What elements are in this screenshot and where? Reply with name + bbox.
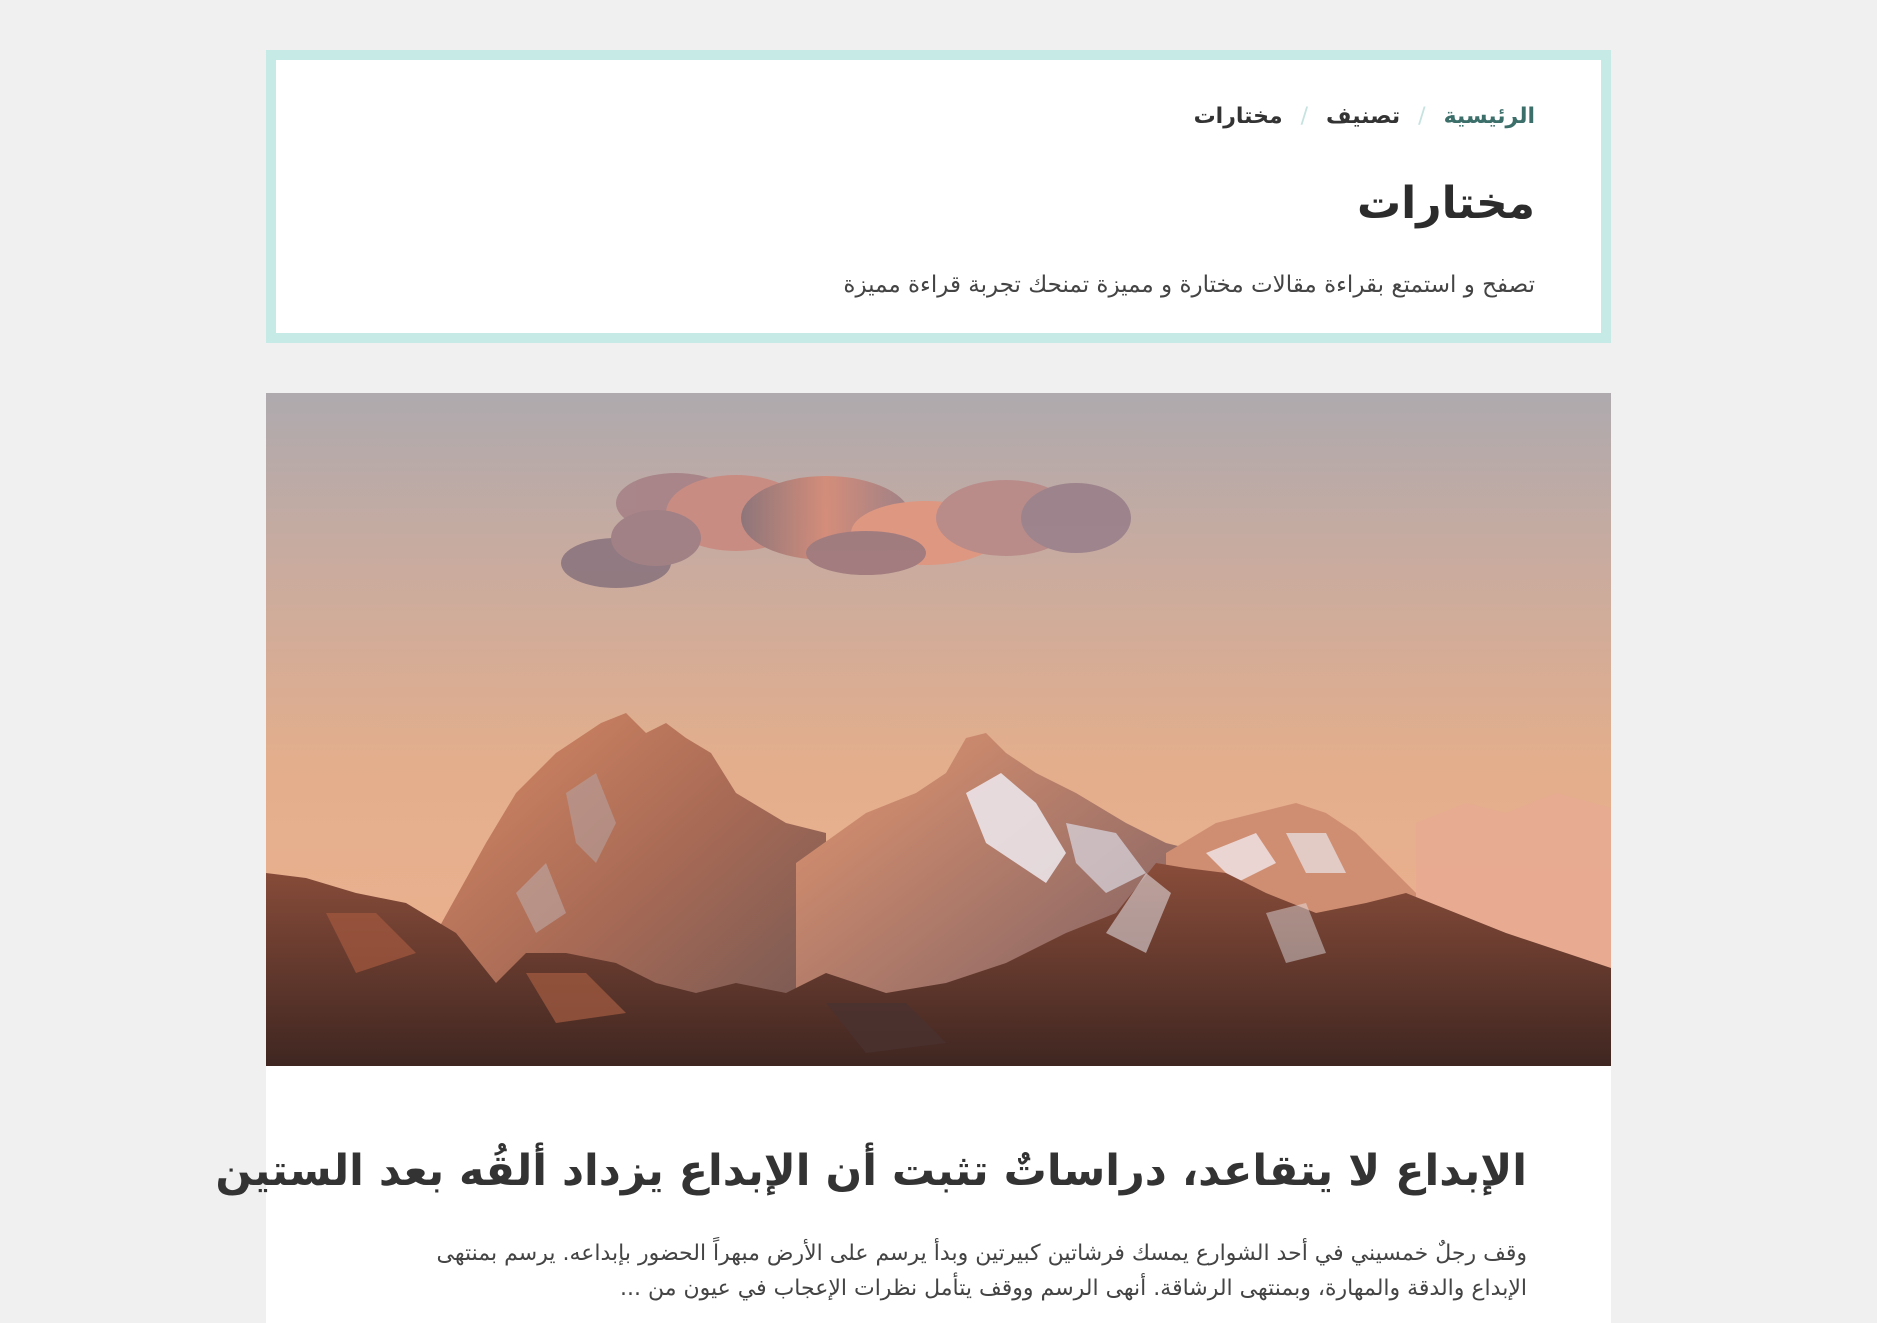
article-card: الإبداع لا يتقاعد، دراساتٌ تثبت أن الإبد… [215, 393, 1611, 1323]
article-title-link[interactable]: الإبداع لا يتقاعد، دراساتٌ تثبت أن الإبد… [215, 1146, 1527, 1196]
page-title: مختارات [1356, 178, 1535, 229]
breadcrumb: الرئيسية / تصنيف / مختارات [1194, 104, 1535, 129]
breadcrumb-separator: / [1418, 104, 1426, 129]
page: الرئيسية / تصنيف / مختارات مختارات تصفح … [0, 0, 1877, 1323]
category-header-inner: الرئيسية / تصنيف / مختارات مختارات تصفح … [342, 60, 1535, 333]
article-hero-image[interactable] [266, 393, 1611, 1066]
category-header-card: الرئيسية / تصنيف / مختارات مختارات تصفح … [266, 50, 1611, 343]
page-subtitle: تصفح و استمتع بقراءة مقالات مختارة و ممي… [843, 272, 1535, 298]
article-excerpt: وقف رجلٌ خمسيني في أحد الشوارع يمسك فرشا… [436, 1241, 1527, 1301]
breadcrumb-separator: / [1300, 104, 1309, 129]
breadcrumb-category-link[interactable]: تصنيف [1326, 104, 1400, 129]
breadcrumb-current: مختارات [1193, 104, 1283, 129]
breadcrumb-home-link[interactable]: الرئيسية [1444, 104, 1535, 129]
